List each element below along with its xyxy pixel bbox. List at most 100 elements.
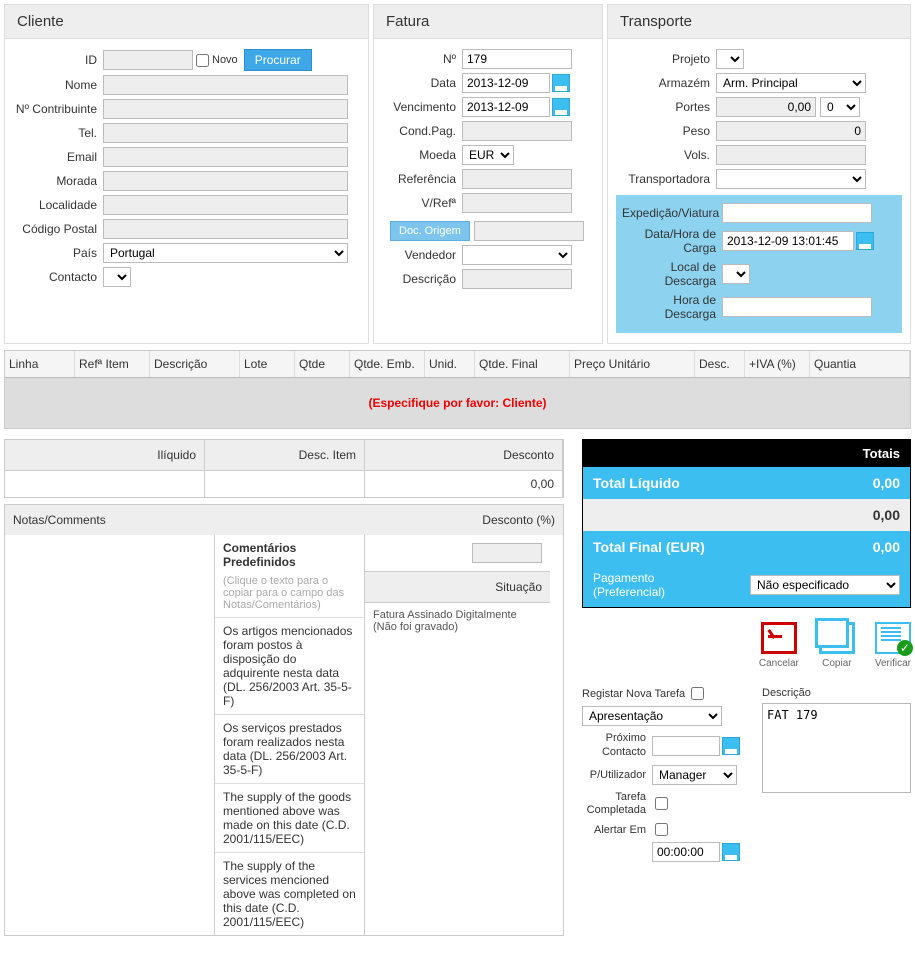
col-qtdeemb[interactable]: Qtde. Emb. <box>350 351 425 377</box>
col-qtde[interactable]: Qtde <box>295 351 350 377</box>
expedicao-input[interactable] <box>722 203 872 223</box>
predef-item[interactable]: The supply of the services mencioned abo… <box>215 852 364 935</box>
iliquido-value <box>5 471 205 497</box>
portes-label: Portes <box>616 100 716 114</box>
venc-input[interactable] <box>462 97 550 117</box>
calendar-icon[interactable] <box>552 98 570 116</box>
predef-hint: (Clique o texto para o copiar para o cam… <box>215 575 364 617</box>
data-input[interactable] <box>462 73 550 93</box>
localdesc-select[interactable] <box>722 264 750 284</box>
novo-label: Novo <box>212 54 238 66</box>
totals-title: Totais <box>583 440 910 467</box>
col-preco[interactable]: Preço Unitário <box>570 351 695 377</box>
id-input[interactable] <box>103 50 193 70</box>
col-descricao[interactable]: Descrição <box>150 351 240 377</box>
completada-label: Tarefa Completada <box>582 791 652 817</box>
pagamento-select[interactable]: Não especificado <box>750 575 900 595</box>
vref-label: V/Refª <box>382 196 462 210</box>
alertar-time-input[interactable] <box>652 842 720 862</box>
email-label: Email <box>13 150 103 164</box>
col-lote[interactable]: Lote <box>240 351 295 377</box>
peso-input[interactable] <box>716 121 866 141</box>
data-label: Data <box>382 76 462 90</box>
datahora-input[interactable] <box>722 231 854 251</box>
col-qtdefinal[interactable]: Qtde. Final <box>475 351 570 377</box>
vols-input[interactable] <box>716 145 866 165</box>
proximo-input[interactable] <box>652 736 720 756</box>
fatura-descricao-input[interactable] <box>462 269 572 289</box>
copiar-button[interactable]: Copiar <box>819 622 855 669</box>
calendar-icon[interactable] <box>552 74 570 92</box>
expedicao-box: Expedição/Viatura Data/Hora de Carga Loc… <box>616 195 902 333</box>
expedicao-label: Expedição/Viatura <box>622 206 722 220</box>
localidade-input[interactable] <box>103 195 348 215</box>
cancel-icon <box>761 622 797 654</box>
docorigem-input[interactable] <box>474 221 584 241</box>
col-desc[interactable]: Desc. <box>695 351 745 377</box>
procurar-button[interactable]: Procurar <box>244 49 312 71</box>
condpag-label: Cond.Pag. <box>382 124 462 138</box>
predef-item[interactable]: Os artigos mencionados foram postos à di… <box>215 617 364 714</box>
descitem-value <box>205 471 365 497</box>
transportadora-select[interactable] <box>716 169 866 189</box>
armazem-select[interactable]: Arm. Principal <box>716 73 866 93</box>
cliente-header: Cliente <box>5 5 368 39</box>
condpag-input[interactable] <box>462 121 572 141</box>
col-quantia[interactable]: Quantia <box>810 351 910 377</box>
tel-input[interactable] <box>103 123 348 143</box>
predef-title: Comentários Predefinidos <box>215 535 364 575</box>
total-sub-value: 0,00 <box>873 507 900 523</box>
cancelar-button[interactable]: Cancelar <box>759 622 799 669</box>
col-iva[interactable]: +IVA (%) <box>745 351 810 377</box>
total-liquido-label: Total Líquido <box>593 475 680 491</box>
vref-input[interactable] <box>462 193 572 213</box>
transportadora-label: Transportadora <box>616 172 716 186</box>
col-linha[interactable]: Linha <box>5 351 75 377</box>
completada-checkbox[interactable] <box>655 797 668 810</box>
predef-item[interactable]: The supply of the goods mentioned above … <box>215 783 364 852</box>
registar-checkbox[interactable] <box>691 687 704 700</box>
situacao-label: Situação <box>365 571 550 603</box>
portes-select[interactable]: 0 <box>820 97 860 117</box>
portes-input[interactable] <box>716 97 816 117</box>
email-input[interactable] <box>103 147 348 167</box>
task-descricao-textarea[interactable] <box>762 703 911 793</box>
morada-input[interactable] <box>103 171 348 191</box>
referencia-input[interactable] <box>462 169 572 189</box>
contacto-label: Contacto <box>13 270 103 284</box>
contacto-select[interactable] <box>103 267 131 287</box>
nome-label: Nome <box>13 78 103 92</box>
projeto-label: Projeto <box>616 52 716 66</box>
col-unid[interactable]: Unid. <box>425 351 475 377</box>
nome-input[interactable] <box>103 75 348 95</box>
alertar-label: Alertar Em <box>582 824 652 836</box>
notes-textarea-area[interactable] <box>5 535 215 935</box>
descitem-label: Desc. Item <box>205 440 365 470</box>
user-select[interactable]: Manager <box>652 765 737 785</box>
calendar-icon[interactable] <box>856 232 874 250</box>
contribuinte-input[interactable] <box>103 99 348 119</box>
grid-header: Linha Refª Item Descrição Lote Qtde Qtde… <box>5 351 910 378</box>
vendedor-select[interactable] <box>462 245 572 265</box>
pais-select[interactable]: Portugal <box>103 243 348 263</box>
armazem-label: Armazém <box>616 76 716 90</box>
calendar-icon[interactable] <box>722 737 740 755</box>
novo-checkbox[interactable] <box>196 54 209 67</box>
moeda-select[interactable]: EUR <box>462 145 514 165</box>
calendar-icon[interactable] <box>722 843 740 861</box>
proximo-label: Próximo Contacto <box>582 732 652 758</box>
horadesc-input[interactable] <box>722 297 872 317</box>
num-input[interactable] <box>462 49 572 69</box>
localdesc-label: Local de Descarga <box>622 260 722 289</box>
descpct-input[interactable] <box>472 543 542 563</box>
alertar-checkbox[interactable] <box>655 823 668 836</box>
task-section: Registar Nova Tarefa Apresentação Próxim… <box>582 687 911 868</box>
predef-item[interactable]: Os serviços prestados foram realizados n… <box>215 714 364 783</box>
verificar-button[interactable]: Verificar <box>875 622 911 669</box>
codpostal-input[interactable] <box>103 219 348 239</box>
projeto-select[interactable] <box>716 49 744 69</box>
descpct-label: Desconto (%) <box>370 513 555 527</box>
docorigem-button[interactable]: Doc. Origem <box>390 221 470 241</box>
col-refitem[interactable]: Refª Item <box>75 351 150 377</box>
task-tipo-select[interactable]: Apresentação <box>582 706 722 726</box>
